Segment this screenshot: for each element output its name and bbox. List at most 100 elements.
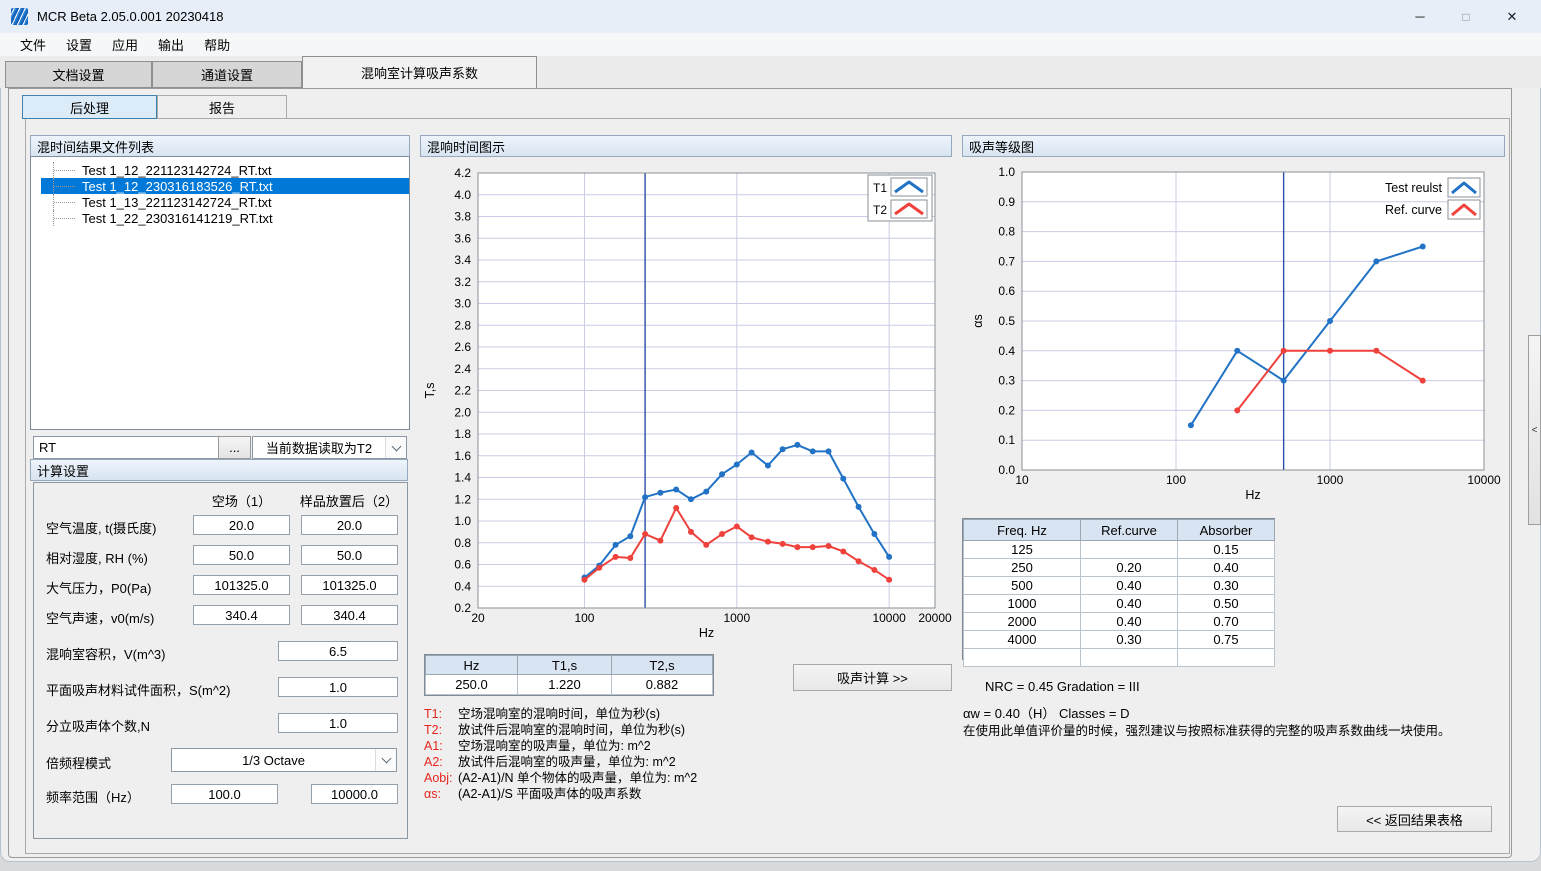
- svg-text:Test reulst: Test reulst: [1385, 181, 1442, 195]
- settings-row: 倍频程模式1/3 Octave: [34, 750, 407, 772]
- list-item[interactable]: Test 1_22_230316141219_RT.txt: [41, 210, 409, 226]
- annotation-text: (A2-A1)/N 单个物体的吸声量，单位为: m^2: [458, 770, 697, 786]
- table-cell: 0.70: [1178, 613, 1275, 631]
- menu-item-help[interactable]: 帮助: [194, 35, 240, 54]
- input-col1[interactable]: [193, 515, 290, 535]
- svg-text:0.9: 0.9: [998, 195, 1015, 209]
- svg-text:4.2: 4.2: [454, 166, 471, 180]
- svg-text:3.4: 3.4: [454, 253, 471, 267]
- table-row: [964, 649, 1275, 667]
- collapse-panel-button[interactable]: <: [1528, 335, 1541, 525]
- input-col1[interactable]: [193, 545, 290, 565]
- input-col2[interactable]: [301, 605, 398, 625]
- absorption-chart[interactable]: 0.00.10.20.30.40.50.60.70.80.91.01010010…: [962, 158, 1505, 510]
- tree-connector-icon: [53, 194, 78, 210]
- subtab-postprocess[interactable]: 后处理: [22, 95, 157, 119]
- table-row: 5000.400.30: [964, 577, 1275, 595]
- settings-row: 频率范围（Hz）: [34, 784, 407, 806]
- rt-name-input[interactable]: [33, 436, 219, 459]
- settings-row: 分立吸声体个数,N: [34, 713, 407, 735]
- svg-text:1.2: 1.2: [454, 492, 471, 506]
- settings-row: 平面吸声材料试件面积，S(m^2): [34, 677, 407, 699]
- annotation-line: A1:空场混响室的吸声量，单位为: m^2: [424, 738, 769, 754]
- list-item[interactable]: Test 1_12_230316183526_RT.txt: [41, 178, 409, 194]
- svg-text:2.0: 2.0: [454, 405, 471, 419]
- absorption-chart-title: 吸声等级图: [969, 137, 1034, 156]
- field-label: 混响室容积，V(m^3): [46, 644, 166, 663]
- table-cell: 0.40: [1081, 577, 1178, 595]
- input-single[interactable]: [278, 713, 398, 733]
- svg-text:0.3: 0.3: [998, 374, 1015, 388]
- svg-text:0.6: 0.6: [998, 284, 1015, 298]
- table-cell: 250.0: [426, 675, 518, 695]
- browse-button[interactable]: ...: [218, 436, 251, 459]
- chevron-down-icon[interactable]: [375, 749, 396, 771]
- table-row: 2500.200.40: [964, 559, 1275, 577]
- tab-reverb-absorption[interactable]: 混响室计算吸声系数: [302, 56, 537, 88]
- table-cell: [1178, 649, 1275, 667]
- tab-document-settings[interactable]: 文档设置: [5, 61, 152, 88]
- annotation-text: 放试件后混响室的吸声量，单位为: m^2: [458, 754, 676, 770]
- svg-text:Hz: Hz: [699, 626, 714, 640]
- subtab-report[interactable]: 报告: [157, 95, 287, 119]
- svg-text:1.8: 1.8: [454, 427, 471, 441]
- menu-item-settings[interactable]: 设置: [56, 35, 102, 54]
- data-read-select[interactable]: 当前数据读取为T2: [252, 436, 407, 459]
- column-header: Absorber: [1178, 520, 1275, 541]
- legend-annotations: T1:空场混响室的混响时间，单位为秒(s)T2:放试件后混响室的混响时间，单位为…: [424, 706, 769, 802]
- column-header: Ref.curve: [1081, 520, 1178, 541]
- rt-chart[interactable]: 0.20.40.60.81.01.21.41.61.82.02.22.42.62…: [420, 158, 952, 648]
- menu-item-app[interactable]: 应用: [102, 35, 148, 54]
- svg-text:αs: αs: [971, 314, 985, 327]
- nrc-result: NRC = 0.45 Gradation = III: [985, 679, 1140, 694]
- rt-file-list[interactable]: Test 1_12_221123142724_RT.txtTest 1_12_2…: [30, 156, 410, 430]
- annotation-label: T2:: [424, 722, 458, 738]
- annotation-line: αs:(A2-A1)/S 平面吸声体的吸声系数: [424, 786, 769, 802]
- svg-text:0.8: 0.8: [998, 225, 1015, 239]
- settings-row: 混响室容积，V(m^3): [34, 641, 407, 663]
- svg-text:10000: 10000: [1467, 473, 1501, 487]
- list-item[interactable]: Test 1_12_221123142724_RT.txt: [41, 162, 409, 178]
- svg-text:1.4: 1.4: [454, 471, 471, 485]
- svg-text:0.6: 0.6: [454, 558, 471, 572]
- input-col2[interactable]: [301, 545, 398, 565]
- input-col1[interactable]: [193, 575, 290, 595]
- input-single[interactable]: [278, 641, 398, 661]
- table-cell: 0.882: [612, 675, 713, 695]
- input-col2[interactable]: [301, 575, 398, 595]
- octave-mode-select[interactable]: 1/3 Octave: [171, 748, 397, 772]
- table-row: 20000.400.70: [964, 613, 1275, 631]
- svg-text:10000: 10000: [872, 611, 906, 625]
- list-item[interactable]: Test 1_13_221123142724_RT.txt: [41, 194, 409, 210]
- file-name: Test 1_12_230316183526_RT.txt: [78, 179, 277, 194]
- svg-text:0.5: 0.5: [998, 314, 1015, 328]
- input-col2[interactable]: [301, 515, 398, 535]
- table-cell: [1081, 541, 1178, 559]
- input-single[interactable]: [278, 677, 398, 697]
- input-col1[interactable]: [193, 605, 290, 625]
- back-to-results-button-label: << 返回结果表格: [1366, 810, 1463, 829]
- octave-mode-value: 1/3 Octave: [172, 749, 375, 771]
- settings-row: 大气压力，P0(Pa): [34, 575, 407, 597]
- absorption-calc-button[interactable]: 吸声计算 >>: [793, 664, 952, 691]
- freq-min-input[interactable]: [171, 784, 278, 804]
- close-button[interactable]: ✕: [1489, 0, 1535, 33]
- tree-connector-icon: [53, 178, 78, 194]
- menu-item-output[interactable]: 输出: [148, 35, 194, 54]
- field-label: 平面吸声材料试件面积，S(m^2): [46, 680, 231, 699]
- menu-item-file[interactable]: 文件: [10, 35, 56, 54]
- browse-button-label: ...: [229, 440, 240, 455]
- annotation-line: A2:放试件后混响室的吸声量，单位为: m^2: [424, 754, 769, 770]
- table-cell: 0.40: [1081, 595, 1178, 613]
- maximize-button[interactable]: □: [1443, 0, 1489, 33]
- back-to-results-button[interactable]: << 返回结果表格: [1337, 806, 1492, 832]
- freq-max-input[interactable]: [311, 784, 398, 804]
- svg-text:0.4: 0.4: [998, 344, 1015, 358]
- svg-text:3.8: 3.8: [454, 210, 471, 224]
- table-cell: 0.40: [1081, 613, 1178, 631]
- table-row: 40000.300.75: [964, 631, 1275, 649]
- tab-channel-settings[interactable]: 通道设置: [152, 61, 302, 88]
- chevron-down-icon[interactable]: [385, 437, 406, 458]
- minimize-button[interactable]: ─: [1397, 0, 1443, 33]
- table-cell: 0.75: [1178, 631, 1275, 649]
